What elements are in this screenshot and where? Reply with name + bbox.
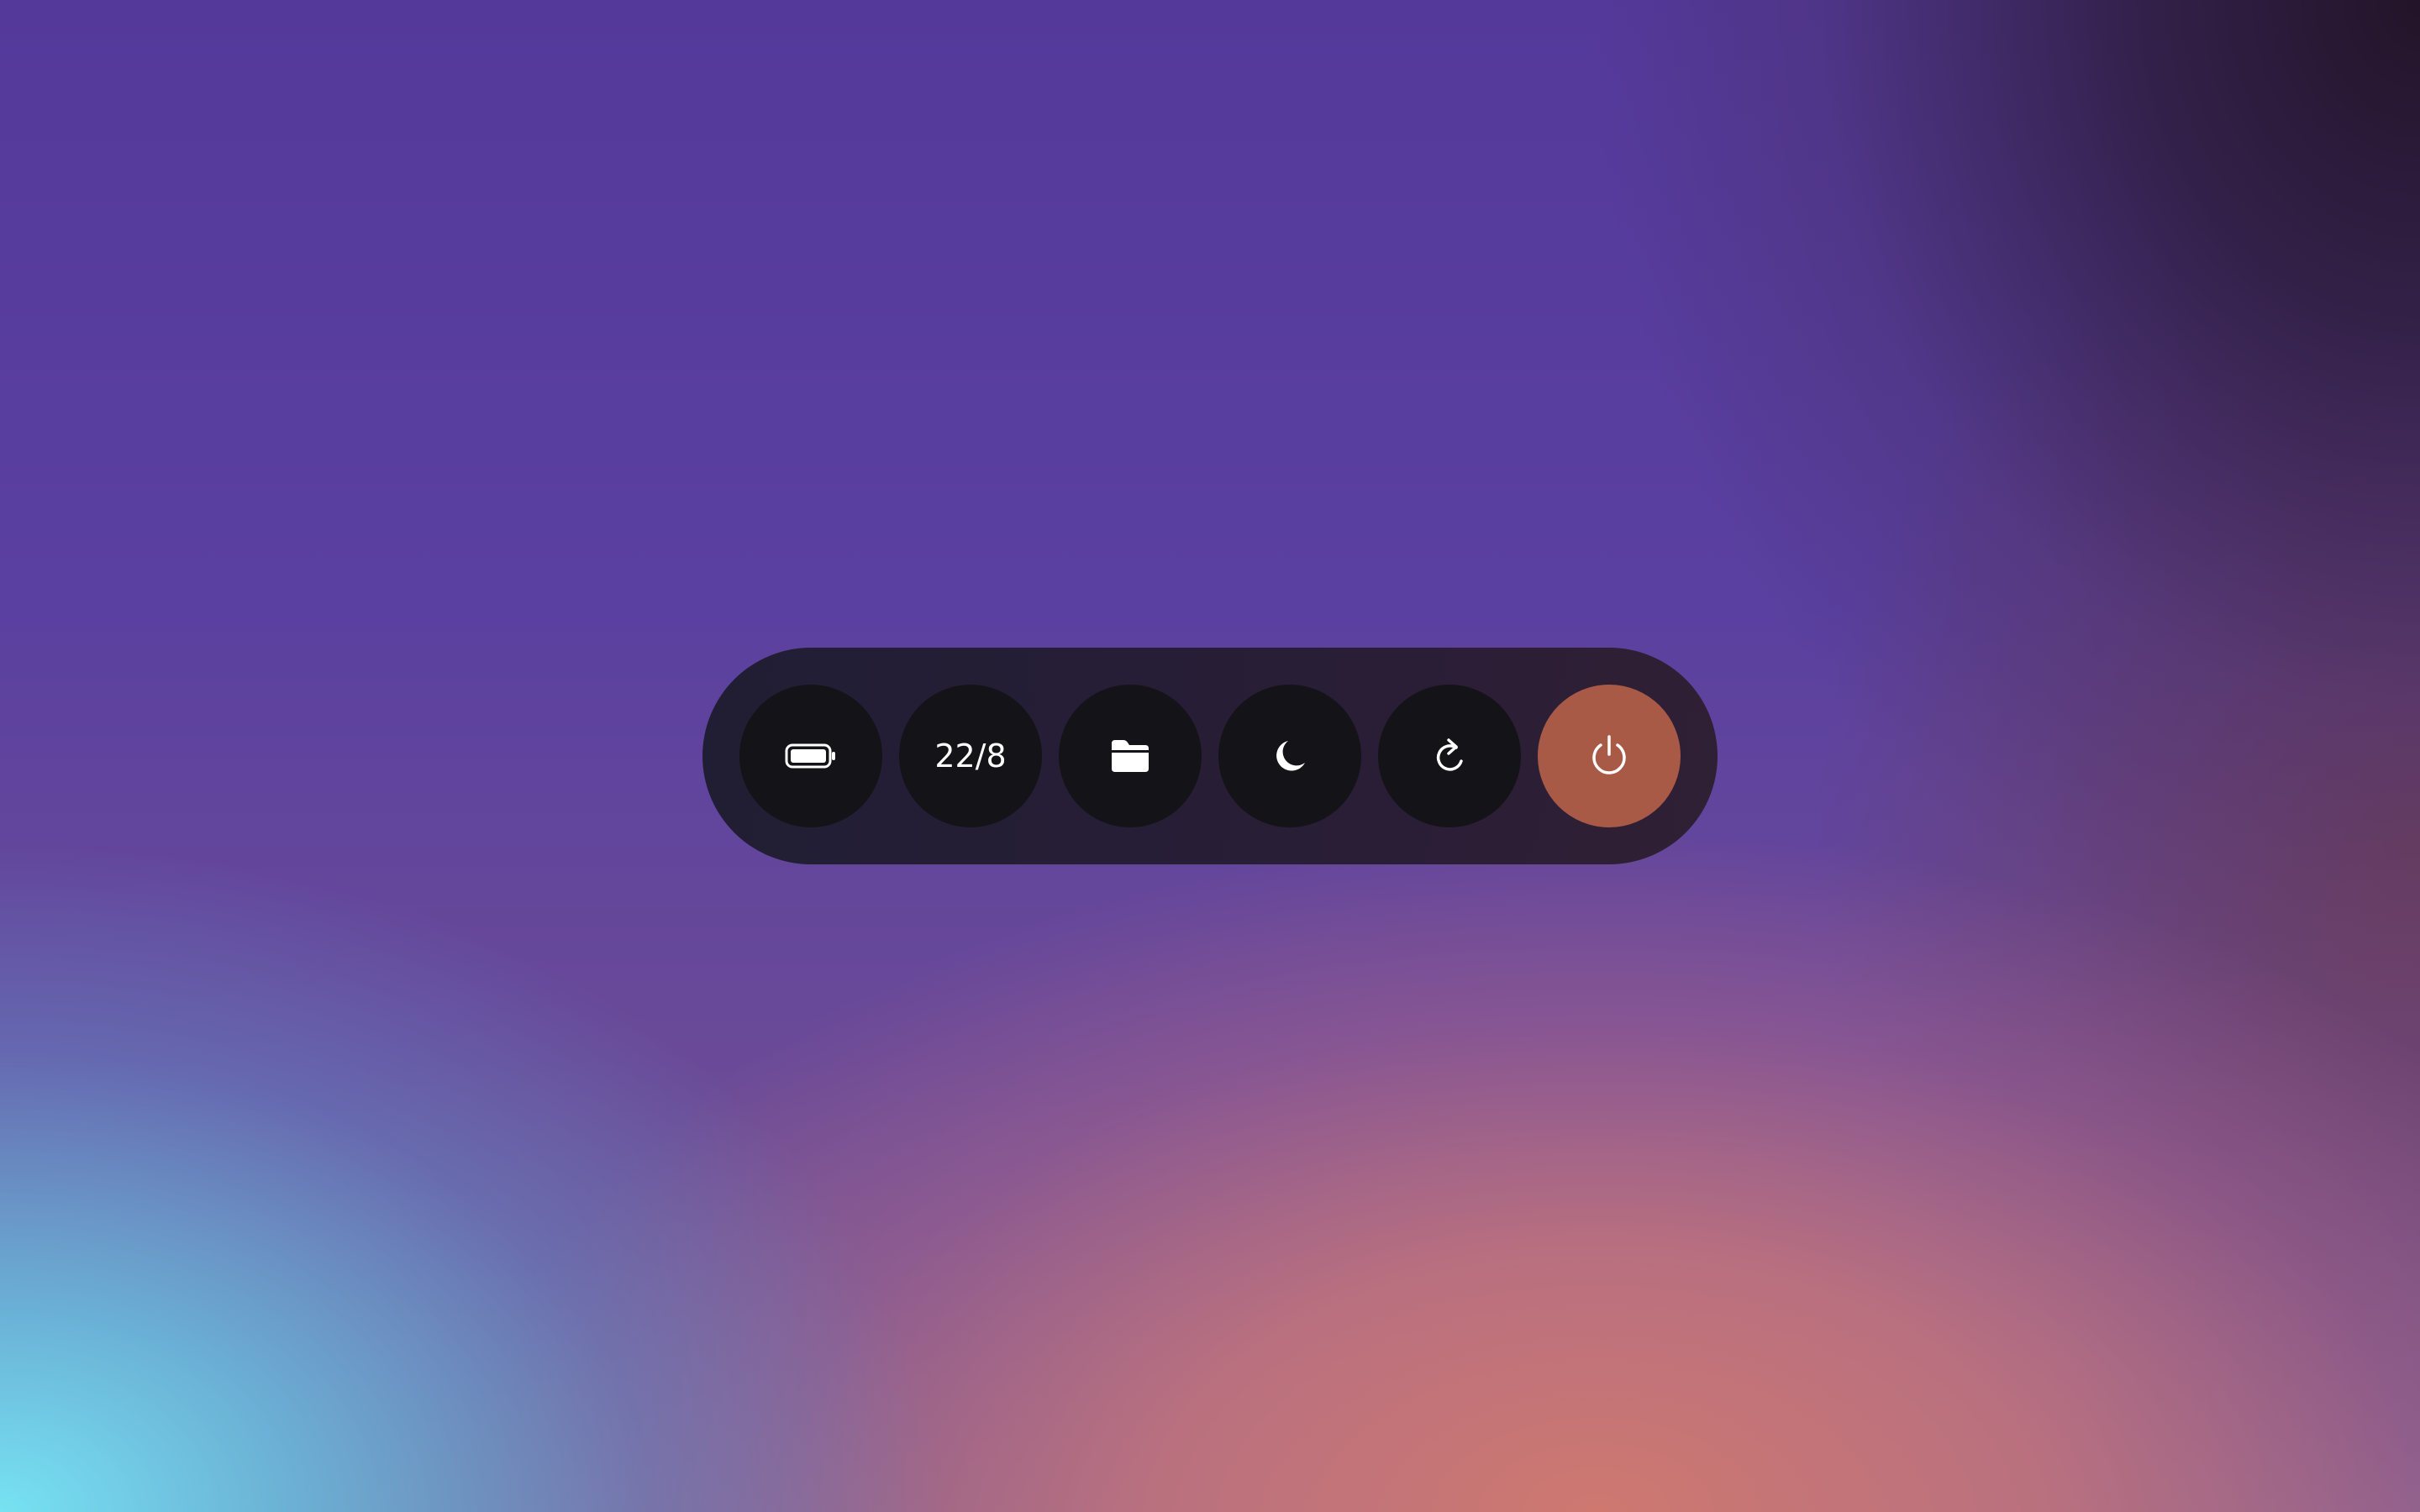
battery-button[interactable] xyxy=(739,685,882,827)
date-label: 22/8 xyxy=(934,738,1007,774)
system-dock: 22/8 xyxy=(702,648,1718,864)
restart-button[interactable] xyxy=(1378,685,1521,827)
files-button[interactable] xyxy=(1059,685,1202,827)
date-button[interactable]: 22/8 xyxy=(899,685,1042,827)
power-button[interactable] xyxy=(1538,685,1681,827)
sleep-button[interactable] xyxy=(1218,685,1361,827)
restart-icon xyxy=(1431,735,1468,777)
battery-icon xyxy=(785,742,837,770)
moon-icon xyxy=(1271,738,1308,774)
folder-icon xyxy=(1110,738,1150,774)
power-icon xyxy=(1588,734,1630,778)
